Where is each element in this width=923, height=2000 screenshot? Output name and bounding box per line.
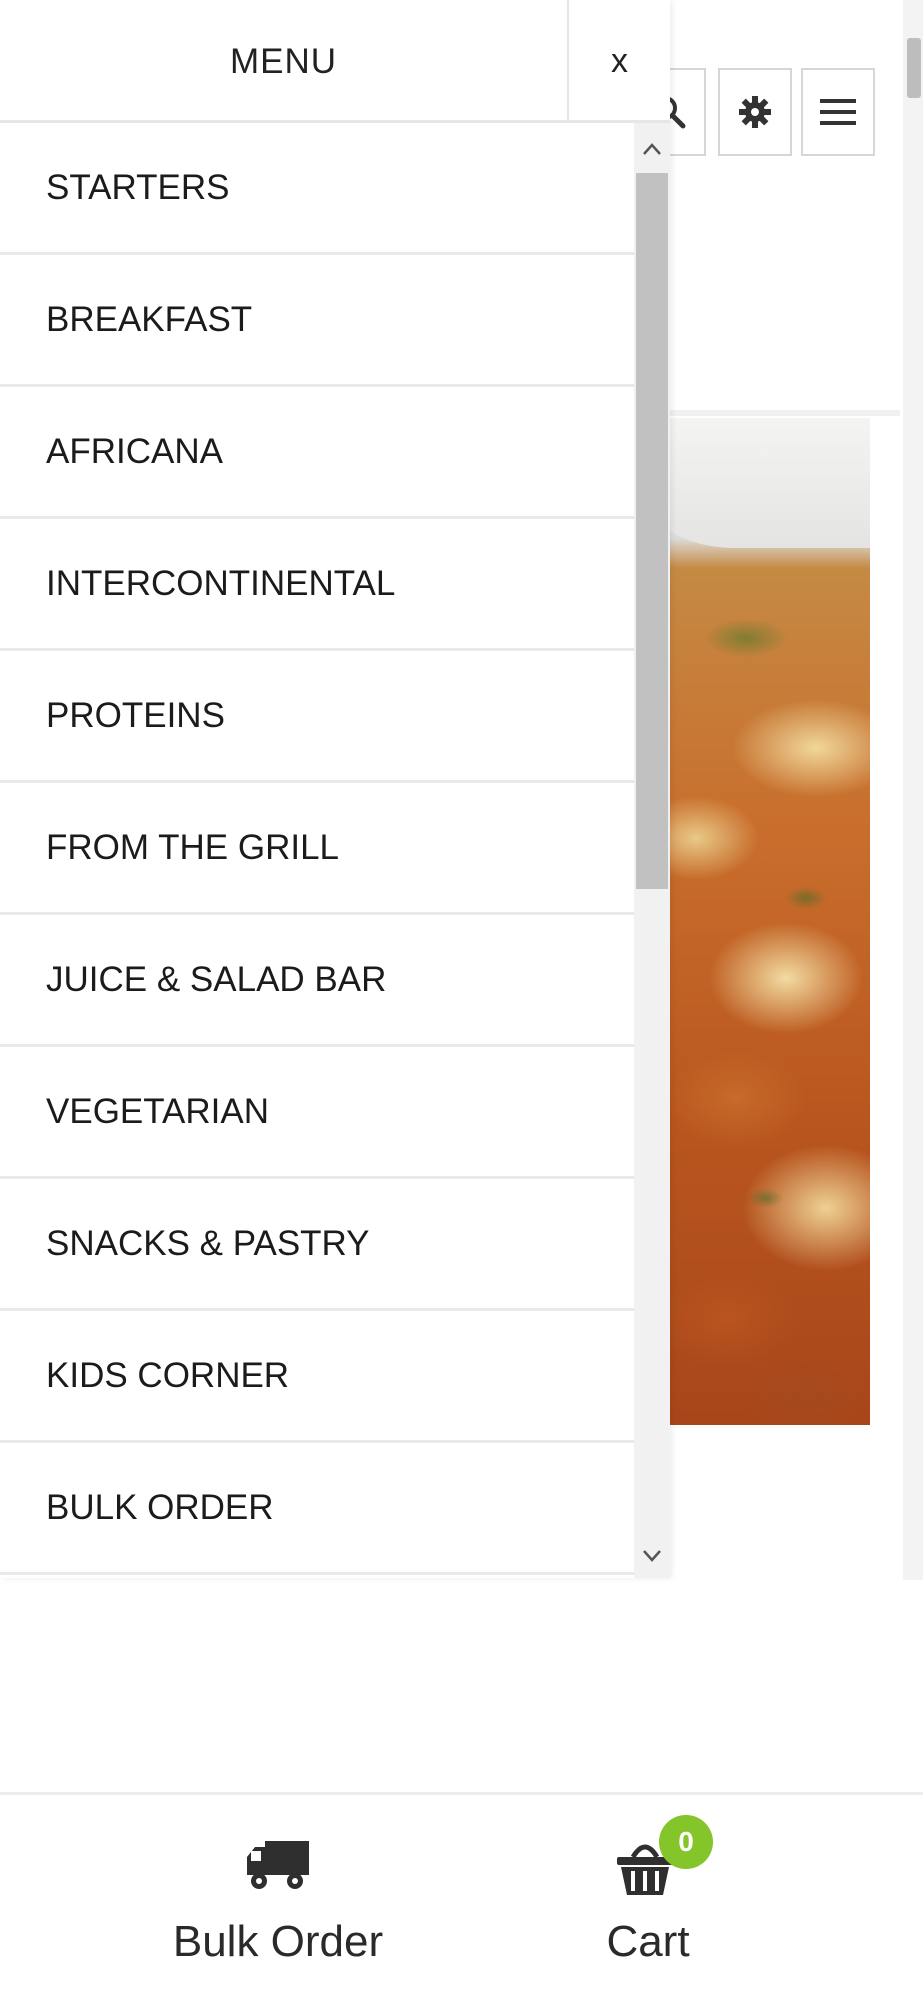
truck-icon (247, 1841, 309, 1889)
scroll-down-arrow-icon[interactable] (634, 1536, 670, 1576)
menu-item-vegetarian[interactable]: VEGETARIAN (0, 1047, 634, 1179)
menu-item-from-the-grill[interactable]: FROM THE GRILL (0, 783, 634, 915)
menu-title: MENU (229, 41, 338, 81)
close-menu-button[interactable]: x (567, 0, 670, 123)
scroll-up-arrow-icon[interactable] (634, 129, 670, 169)
menu-drawer: MENU x STARTERS BREAKFAST AFRICANA INTER… (0, 0, 670, 1578)
menu-item-starters[interactable]: STARTERS (0, 123, 634, 255)
bulk-order-button[interactable]: Bulk Order (138, 1835, 418, 1985)
menu-item-bulk-order[interactable]: BULK ORDER (0, 1443, 634, 1575)
menu-item-intercontinental[interactable]: INTERCONTINENTAL (0, 519, 634, 651)
menu-item-snacks-pastry[interactable]: SNACKS & PASTRY (0, 1179, 634, 1311)
settings-button[interactable] (718, 68, 792, 156)
page-scrollbar-thumb[interactable] (907, 38, 921, 98)
hamburger-icon (820, 99, 856, 125)
menu-item-juice-salad-bar[interactable]: JUICE & SALAD BAR (0, 915, 634, 1047)
food-image (656, 418, 870, 1425)
menu-list: STARTERS BREAKFAST AFRICANA INTERCONTINE… (0, 123, 634, 1578)
menu-item-kids-corner[interactable]: KIDS CORNER (0, 1311, 634, 1443)
gear-icon (739, 96, 771, 128)
app-screen: MENU x STARTERS BREAKFAST AFRICANA INTER… (0, 0, 923, 2000)
menu-scrollbar[interactable] (634, 123, 670, 1578)
menu-header: MENU x (0, 0, 670, 123)
menu-item-proteins[interactable]: PROTEINS (0, 651, 634, 783)
menu-scrollbar-thumb[interactable] (636, 173, 668, 889)
cart-button[interactable]: 0 Cart (508, 1815, 788, 1985)
menu-item-breakfast[interactable]: BREAKFAST (0, 255, 634, 387)
menu-item-africana[interactable]: AFRICANA (0, 387, 634, 519)
hamburger-button[interactable] (801, 68, 875, 156)
bottom-nav: Bulk Order 0 Cart (0, 1792, 923, 2000)
cart-label: Cart (606, 1917, 690, 1966)
page-scrollbar[interactable] (903, 0, 923, 1580)
bulk-order-label: Bulk Order (172, 1917, 384, 1966)
cart-count-badge: 0 (659, 1815, 713, 1869)
